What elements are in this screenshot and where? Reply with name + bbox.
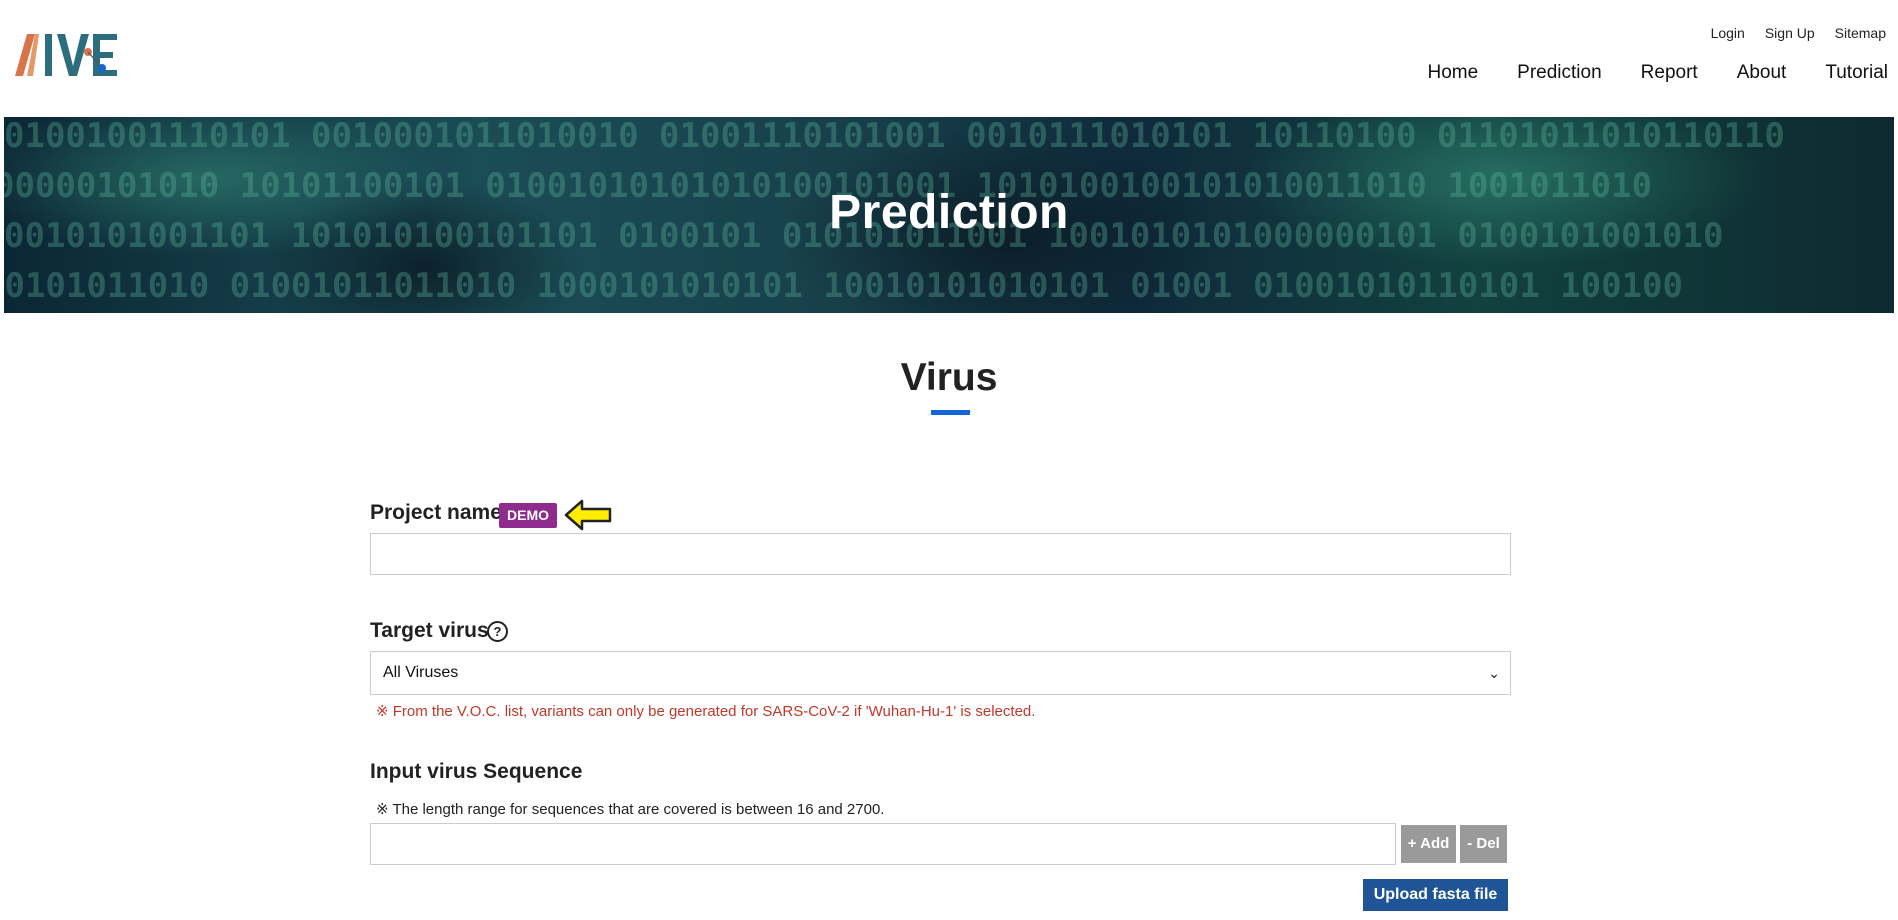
utility-links: Login Sign Up Sitemap [1711, 25, 1886, 41]
sequence-label: Input virus Sequence [370, 760, 583, 783]
svg-text:10101011010 01001011011010 100: 10101011010 01001011011010 1000101010101… [4, 266, 1683, 306]
help-icon[interactable]: ? [487, 621, 508, 642]
target-virus-label: Target virus [370, 619, 489, 642]
demo-badge[interactable]: DEMO [499, 503, 557, 528]
sitemap-link[interactable]: Sitemap [1835, 25, 1886, 41]
delete-sequence-button[interactable]: - Del [1460, 825, 1507, 863]
aive-logo[interactable] [13, 30, 131, 80]
upload-fasta-button[interactable]: Upload fasta file [1363, 879, 1508, 911]
page-banner: 01001001110101 0010001011010010 01001110… [4, 117, 1894, 313]
arrow-left-icon [564, 499, 612, 531]
target-virus-note: ※ From the V.O.C. list, variants can onl… [376, 703, 1036, 720]
project-name-input[interactable] [370, 533, 1511, 575]
target-virus-selected: All Viruses [383, 664, 459, 681]
add-sequence-button[interactable]: + Add [1401, 825, 1456, 863]
project-name-label: Project name [370, 501, 502, 524]
main-nav: Home Prediction Report About Tutorial [1427, 62, 1888, 84]
title-underline [931, 410, 970, 415]
login-link[interactable]: Login [1711, 25, 1745, 41]
nav-about[interactable]: About [1737, 62, 1787, 84]
signup-link[interactable]: Sign Up [1765, 25, 1815, 41]
nav-report[interactable]: Report [1641, 62, 1698, 84]
nav-home[interactable]: Home [1427, 62, 1478, 84]
target-virus-select[interactable]: All Viruses ⌄ [370, 651, 1511, 695]
section-title: Virus [900, 356, 998, 399]
nav-prediction[interactable]: Prediction [1517, 62, 1602, 84]
sequence-note: ※ The length range for sequences that ar… [376, 801, 885, 818]
chevron-down-icon: ⌄ [1488, 665, 1500, 681]
svg-text:01001001110101 001000101101001: 01001001110101 0010001011010010 01001110… [4, 117, 1785, 156]
banner-title: Prediction [829, 186, 1069, 239]
nav-tutorial[interactable]: Tutorial [1825, 62, 1888, 84]
sequence-input[interactable] [370, 823, 1396, 865]
site-header: Login Sign Up Sitemap Home Prediction Re… [0, 0, 1898, 117]
